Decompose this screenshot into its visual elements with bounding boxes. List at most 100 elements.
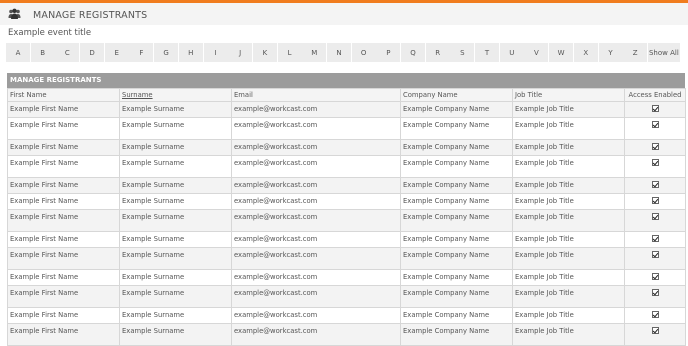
letter-filter-n[interactable]: N [326,43,351,62]
cell-company-name: Example Company Name [400,101,513,118]
table-row[interactable]: Example First Name Example Surname example… [7,193,686,210]
table-row[interactable]: Example First Name Example Surname example… [7,323,686,346]
table-row[interactable]: Example First Name Example Surname example… [7,247,686,270]
table-row[interactable]: Example First Name Example Surname example… [7,177,686,194]
cell-company-name: Example Company Name [400,193,513,210]
access-enabled-checkbox[interactable] [651,197,659,204]
cell-first-name: Example First Name [7,231,120,248]
cell-job-title: Example Job Title [512,117,625,140]
column-header-company-name[interactable]: Company Name [400,88,513,102]
letter-filter-a[interactable]: A [6,43,30,62]
table-row[interactable]: Example First Name Example Surname example… [7,139,686,156]
access-enabled-checkbox[interactable] [651,143,659,150]
letter-filter-y[interactable]: Y [598,43,623,62]
letter-filter-r[interactable]: R [425,43,450,62]
cell-surname: Example Surname [119,177,232,194]
cell-job-title: Example Job Title [512,307,625,324]
table-row[interactable]: Example First Name Example Surname example… [7,285,686,308]
access-enabled-checkbox[interactable] [651,121,659,128]
letter-filter-v[interactable]: V [524,43,549,62]
cell-access-enabled [624,285,686,308]
cell-first-name: Example First Name [7,155,120,178]
cell-surname: Example Surname [119,285,232,308]
letter-filter-b[interactable]: B [30,43,55,62]
table-row[interactable]: Example First Name Example Surname example… [7,269,686,286]
users-icon [8,8,21,19]
column-header-surname[interactable]: Surname [119,88,232,102]
cell-access-enabled [624,269,686,286]
table-row[interactable]: Example First Name Example Surname example… [7,307,686,324]
column-header-email[interactable]: Email [231,88,401,102]
cell-access-enabled [624,117,686,140]
show-all-button[interactable]: Show All [647,43,680,62]
letter-filter-s[interactable]: S [450,43,475,62]
cell-first-name: Example First Name [7,269,120,286]
letter-filter-d[interactable]: D [80,43,105,62]
cell-access-enabled [624,155,686,178]
access-enabled-checkbox[interactable] [651,273,659,280]
column-header-access-enabled[interactable]: Access Enabled [624,88,686,102]
access-enabled-checkbox[interactable] [651,311,659,318]
letter-filter-z[interactable]: Z [623,43,648,62]
letter-filter-t[interactable]: T [475,43,500,62]
cell-surname: Example Surname [119,269,232,286]
letter-filter-q[interactable]: Q [401,43,425,62]
cell-email: example@workcast.com [231,155,401,178]
cell-company-name: Example Company Name [400,323,513,346]
letter-filter-e[interactable]: E [104,43,129,62]
letter-filter-w[interactable]: W [549,43,574,62]
cell-first-name: Example First Name [7,117,120,140]
cell-access-enabled [624,139,686,156]
table-row[interactable]: Example First Name Example Surname example… [7,155,686,178]
letter-filter-m[interactable]: M [302,43,327,62]
cell-access-enabled [624,177,686,194]
letter-filter-i[interactable]: I [203,43,228,62]
cell-access-enabled [624,307,686,324]
cell-email: example@workcast.com [231,193,401,210]
cell-surname: Example Surname [119,139,232,156]
cell-job-title: Example Job Title [512,193,625,210]
letter-filter-h[interactable]: H [178,43,203,62]
table-row[interactable]: Example First Name Example Surname example… [7,101,686,118]
letter-filter-g[interactable]: G [154,43,179,62]
letter-filter-x[interactable]: X [573,43,598,62]
letter-filter-p[interactable]: P [376,43,401,62]
access-enabled-checkbox[interactable] [651,105,659,112]
cell-access-enabled [624,101,686,118]
letter-filter-o[interactable]: O [351,43,376,62]
cell-surname: Example Surname [119,323,232,346]
panel-header: MANAGE REGISTRANTS [7,73,685,88]
column-header-job-title[interactable]: Job Title [512,88,625,102]
cell-job-title: Example Job Title [512,177,625,194]
page-header: MANAGE REGISTRANTS [0,3,688,25]
cell-first-name: Example First Name [7,139,120,156]
cell-company-name: Example Company Name [400,209,513,232]
cell-surname: Example Surname [119,247,232,270]
access-enabled-checkbox[interactable] [651,251,659,258]
cell-surname: Example Surname [119,155,232,178]
access-enabled-checkbox[interactable] [651,181,659,188]
access-enabled-checkbox[interactable] [651,213,659,220]
table-row[interactable]: Example First Name Example Surname example… [7,231,686,248]
cell-surname: Example Surname [119,117,232,140]
cell-first-name: Example First Name [7,307,120,324]
table-row[interactable]: Example First Name Example Surname example… [7,209,686,232]
letter-filter-l[interactable]: L [277,43,302,62]
access-enabled-checkbox[interactable] [651,159,659,166]
table-row[interactable]: Example First Name Example Surname example… [7,117,686,140]
cell-company-name: Example Company Name [400,231,513,248]
access-enabled-checkbox[interactable] [651,289,659,296]
access-enabled-checkbox[interactable] [651,235,659,242]
cell-first-name: Example First Name [7,101,120,118]
letter-filter-f[interactable]: F [129,43,154,62]
letter-filter-u[interactable]: U [499,43,524,62]
letter-filter-c[interactable]: C [55,43,80,62]
cell-surname: Example Surname [119,101,232,118]
letter-filter-j[interactable]: J [228,43,253,62]
cell-surname: Example Surname [119,193,232,210]
letter-filter-k[interactable]: K [252,43,277,62]
cell-company-name: Example Company Name [400,307,513,324]
column-header-first-name[interactable]: First Name [7,88,120,102]
cell-surname: Example Surname [119,209,232,232]
cell-email: example@workcast.com [231,285,401,308]
